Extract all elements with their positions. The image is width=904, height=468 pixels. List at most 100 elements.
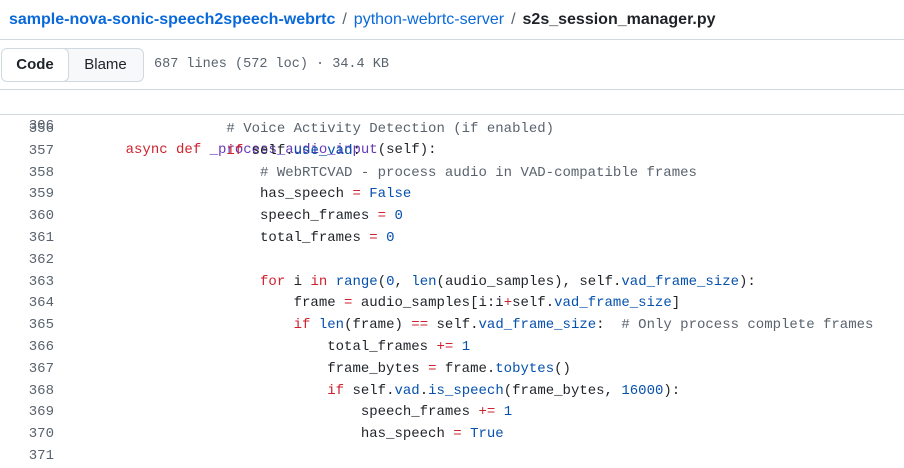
code-content: frame_bytes = frame.tobytes() — [92, 359, 571, 381]
code-line[interactable]: 368 if self.vad.is_speech(frame_bytes, 1… — [0, 381, 904, 403]
code-token: if — [327, 382, 345, 399]
line-number[interactable]: 358 — [0, 163, 54, 185]
code-token: () — [554, 360, 571, 377]
line-number[interactable]: 360 — [0, 206, 54, 228]
code-token: is_speech — [428, 382, 504, 399]
code-token: 16000 — [621, 382, 664, 399]
code-token: (frame_bytes, — [503, 382, 622, 399]
code-token: : — [352, 142, 361, 159]
code-line[interactable]: 364 frame = audio_samples[i:i+self.vad_f… — [0, 293, 904, 315]
line-number[interactable]: 370 — [0, 424, 54, 446]
code-line[interactable]: 357 if self.use_vad: — [0, 141, 904, 163]
code-token: audio_samples[i:i — [352, 295, 504, 312]
code-token: = — [369, 229, 378, 246]
code-token: i — [285, 273, 311, 290]
code-line[interactable]: 359 has_speech = False — [0, 184, 904, 206]
code-token: 0 — [386, 273, 395, 290]
code-content: speech_frames += 1 — [92, 402, 512, 424]
line-number[interactable]: 366 — [0, 337, 54, 359]
code-token: in — [310, 273, 328, 290]
line-number[interactable]: 357 — [0, 141, 54, 163]
code-token: False — [369, 186, 412, 203]
code-token: : — [596, 317, 622, 334]
code-content: # Voice Activity Detection (if enabled) — [92, 119, 554, 141]
code-line[interactable]: 362 — [0, 250, 904, 272]
file-toolbar: Code Blame 687 lines (572 loc) · 34.4 KB — [0, 40, 904, 90]
code-content: for i in range(0, len(audio_samples), se… — [92, 272, 756, 294]
blame-tab-button[interactable]: Blame — [68, 49, 143, 81]
breadcrumb-folder-link[interactable]: python-webrtc-server — [354, 11, 504, 29]
code-line[interactable]: 365 if len(frame) == self.vad_frame_size… — [0, 315, 904, 337]
file-info: 687 lines (572 loc) · 34.4 KB — [154, 57, 389, 72]
line-number[interactable]: 369 — [0, 402, 54, 424]
code-token: speech_frames — [92, 208, 378, 225]
line-number[interactable]: 367 — [0, 359, 54, 381]
code-content: if self.vad.is_speech(frame_bytes, 16000… — [92, 381, 680, 403]
code-token: # Voice Activity Detection (if enabled) — [92, 121, 555, 137]
code-token: self. — [344, 382, 395, 399]
code-content: # WebRTCVAD - process audio in VAD-compa… — [92, 163, 697, 185]
line-number[interactable]: 368 — [0, 381, 54, 403]
line-number[interactable]: 362 — [0, 250, 54, 272]
line-number[interactable]: 356 — [0, 119, 54, 141]
code-token: len — [411, 273, 437, 290]
code-token: vad_frame_size — [478, 317, 597, 334]
code-token: # WebRTCVAD - process audio in VAD-compa… — [92, 164, 697, 181]
code-token: if — [226, 142, 244, 159]
line-number[interactable]: 371 — [0, 446, 54, 468]
code-line[interactable]: 363 for i in range(0, len(audio_samples)… — [0, 272, 904, 294]
code-content: has_speech = True — [92, 424, 504, 446]
breadcrumb-separator: / — [342, 10, 347, 28]
code-token: (audio_samples), self. — [436, 273, 622, 290]
code-line[interactable]: 360 speech_frames = 0 — [0, 206, 904, 228]
line-number[interactable]: 359 — [0, 184, 54, 206]
code-line[interactable]: 369 speech_frames += 1 — [0, 402, 904, 424]
code-content: has_speech = False — [92, 184, 411, 206]
code-token: has_speech — [92, 426, 454, 443]
code-token: range — [335, 273, 378, 290]
code-line[interactable]: 366 total_frames += 1 — [0, 337, 904, 359]
sticky-code-line[interactable]: 306 async def _process_audio_input(self)… — [0, 90, 904, 158]
code-token: (frame) — [344, 317, 412, 334]
code-token: speech_frames — [92, 404, 479, 421]
code-token: 1 — [461, 338, 471, 355]
code-content: if len(frame) == self.vad_frame_size: # … — [92, 315, 874, 337]
sticky-scope-header[interactable]: 306 async def _process_audio_input(self)… — [0, 90, 904, 158]
breadcrumb-repo-link[interactable]: sample-nova-sonic-speech2speech-webrtc — [9, 11, 335, 29]
line-number[interactable]: 364 — [0, 293, 54, 315]
line-number[interactable]: 361 — [0, 228, 54, 250]
code-token: ] — [671, 295, 681, 312]
line-number[interactable]: 363 — [0, 272, 54, 294]
code-token: frame. — [436, 360, 496, 377]
code-token: vad_frame_size — [621, 273, 740, 290]
code-line[interactable]: 367 frame_bytes = frame.tobytes() — [0, 359, 904, 381]
code-token: len — [318, 317, 345, 334]
code-token: True — [470, 426, 504, 443]
code-line[interactable]: 358 # WebRTCVAD - process audio in VAD-c… — [0, 163, 904, 185]
code-token: + — [503, 295, 513, 312]
code-line[interactable]: 370 has_speech = True — [0, 424, 904, 446]
code-tab-button[interactable]: Code — [2, 48, 69, 81]
breadcrumb-file-name: s2s_session_manager.py — [522, 10, 716, 28]
code-token: ): — [663, 382, 681, 399]
line-number[interactable]: 365 — [0, 315, 54, 337]
code-line[interactable]: 356 # Voice Activity Detection (if enabl… — [0, 119, 904, 141]
breadcrumb-separator: / — [511, 10, 516, 28]
code-line[interactable]: 361 total_frames = 0 — [0, 228, 904, 250]
code-token: self. — [243, 142, 294, 159]
code-view: 356 # Voice Activity Detection (if enabl… — [0, 115, 904, 468]
code-content: total_frames = 0 — [92, 228, 394, 250]
code-token: += — [436, 338, 454, 355]
code-token: vad_frame_size — [554, 295, 672, 312]
code-token: += — [478, 404, 496, 421]
code-line[interactable]: 371 — [0, 446, 904, 468]
code-content: total_frames += 1 — [92, 337, 470, 359]
code-token: . — [419, 382, 429, 399]
code-token: frame_bytes — [92, 360, 429, 377]
